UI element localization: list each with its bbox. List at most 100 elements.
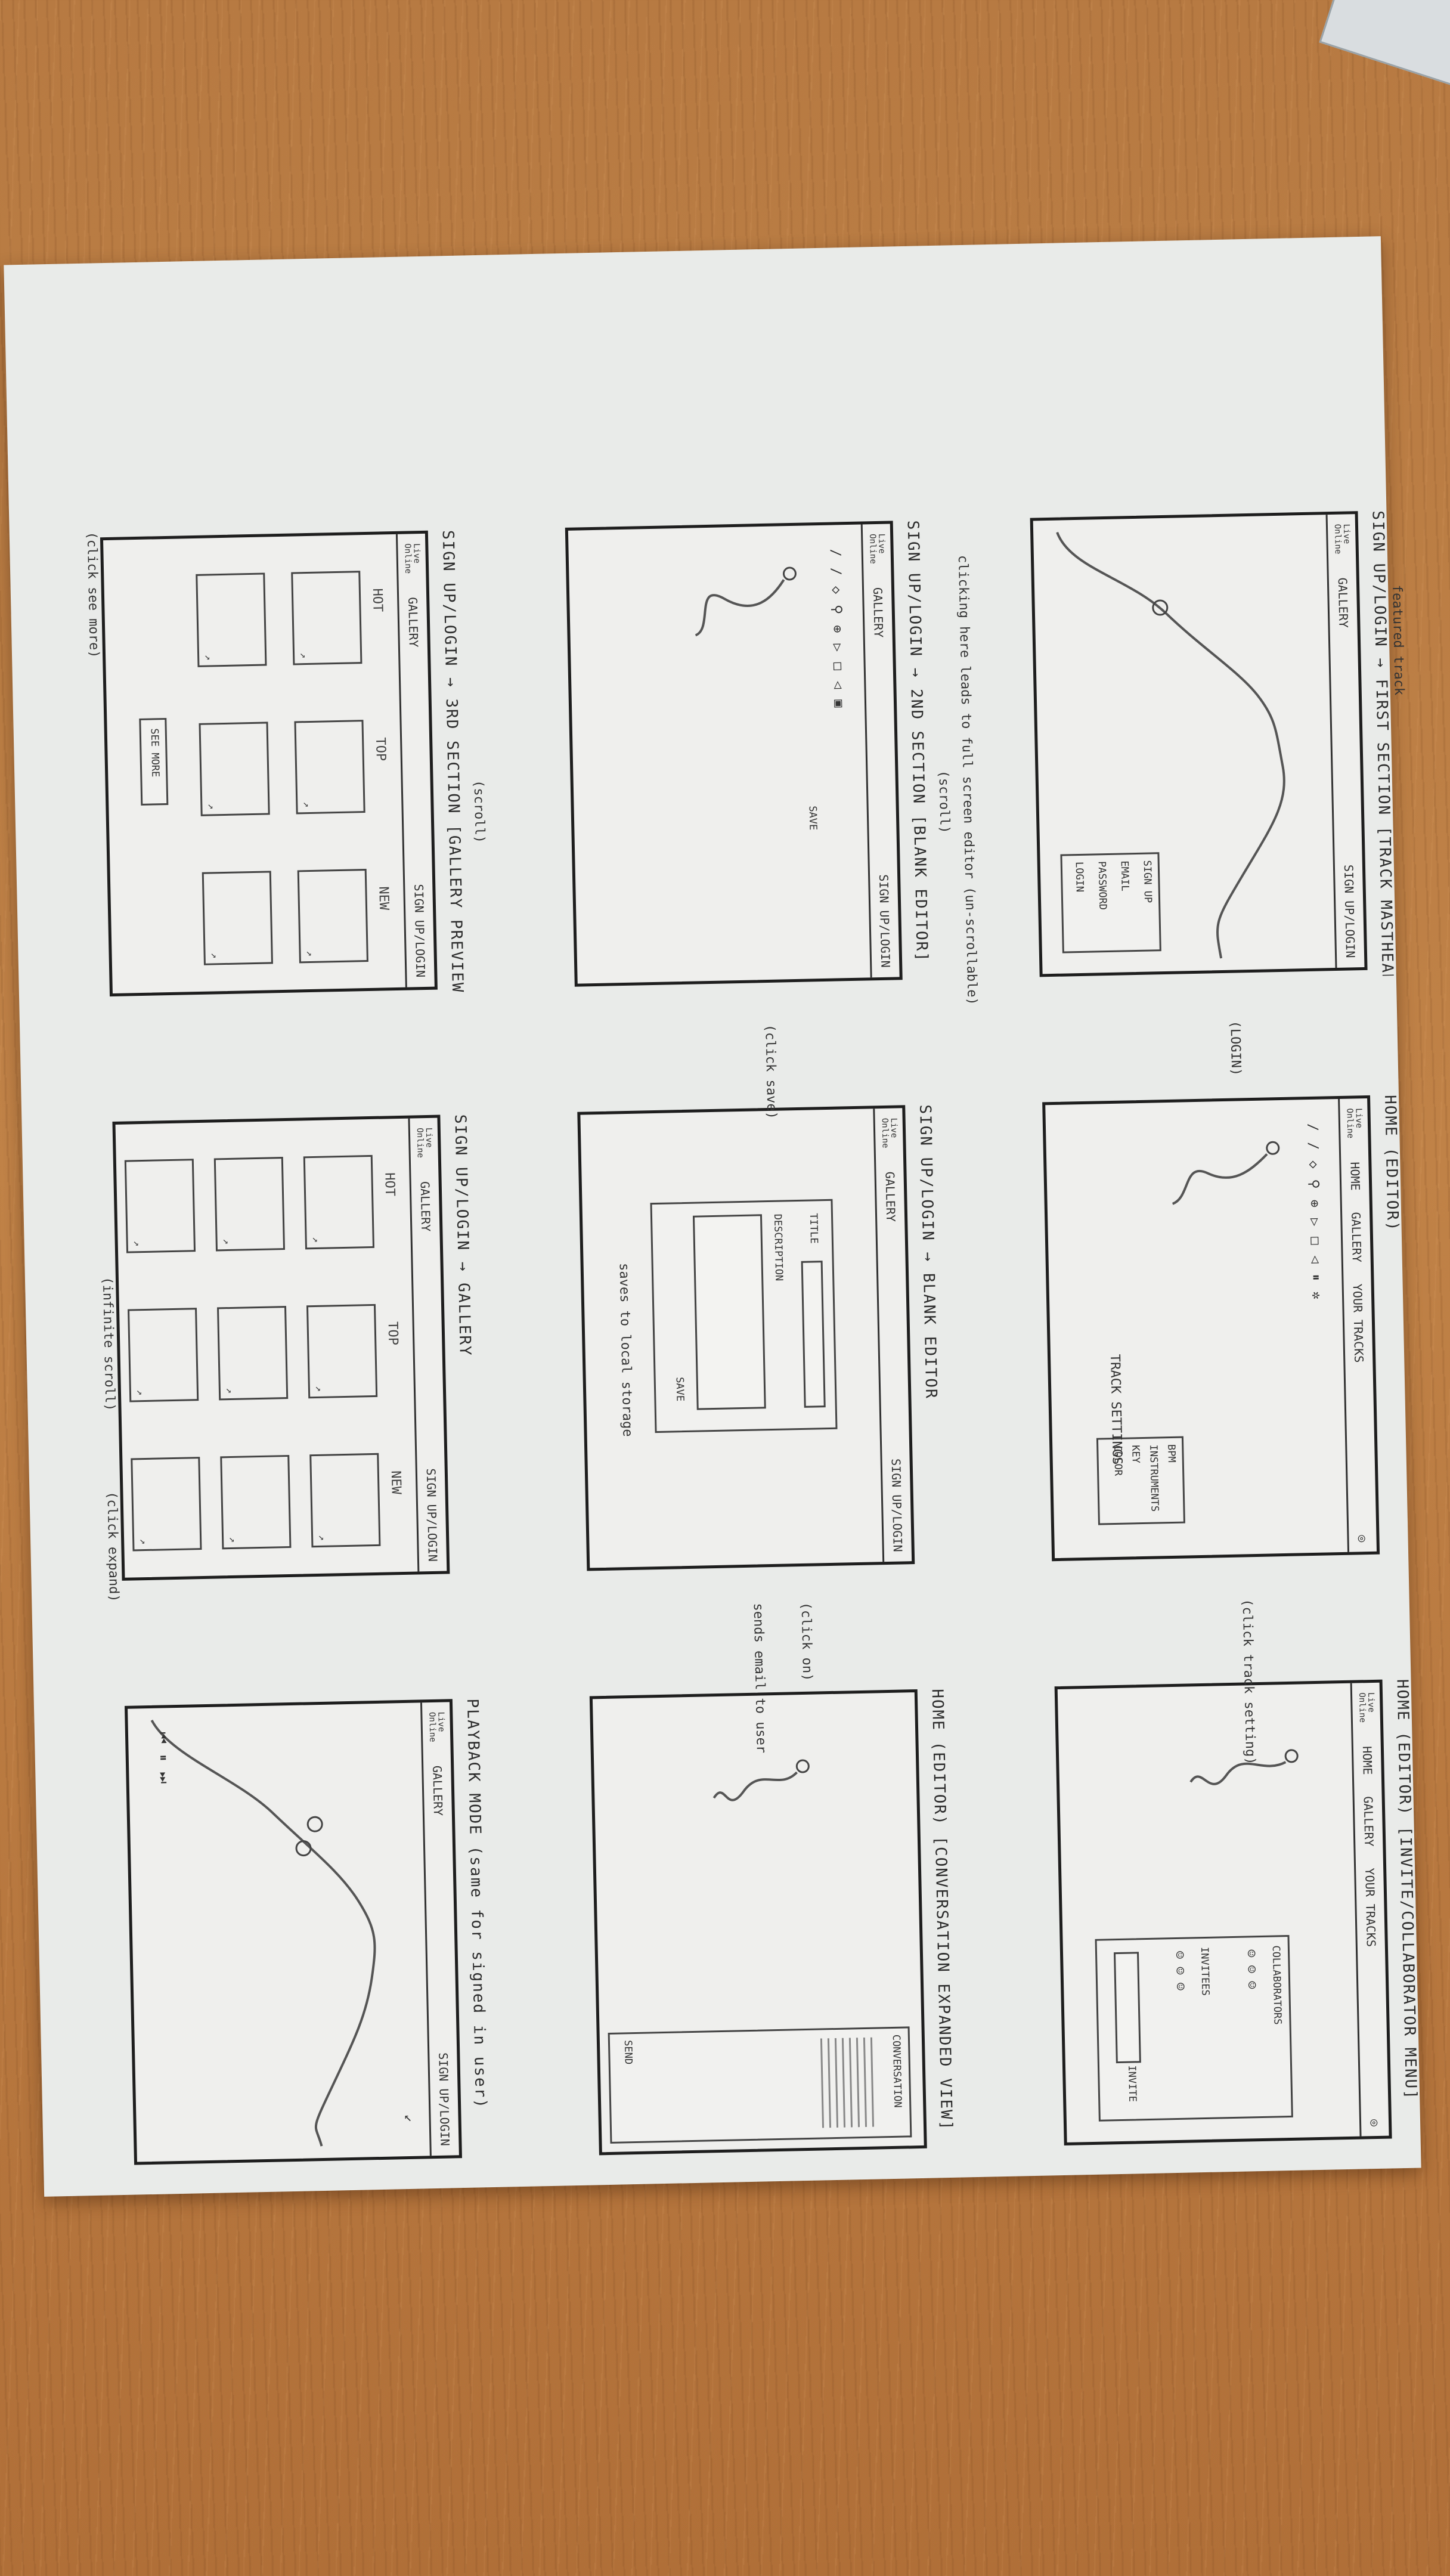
gallery-thumbnail[interactable]: ↗	[213, 1157, 286, 1252]
pause-icon[interactable]: ⏸	[156, 1754, 171, 1761]
collaborators-label: COLLABORATORS	[1269, 1945, 1284, 2025]
skip-back-icon[interactable]: ⏮	[155, 1732, 170, 1744]
panel-collaborator-menu: HOME (EDITOR) [INVITE/COLLABORATOR MENU]…	[1054, 1599, 1421, 2151]
expand-icon[interactable]: ↗	[203, 655, 214, 661]
wireframe: Live Online GALLERY SIGN UP/LOGIN ⏮ ⏸ ⏭ …	[124, 1699, 462, 2165]
expand-icon[interactable]: ↗	[314, 1386, 325, 1392]
expand-icon[interactable]: ↗	[206, 804, 217, 810]
panel-gallery: SIGN UP/LOGIN → GALLERY Live Online GALL…	[100, 1114, 478, 1602]
gallery-thumbnail[interactable]: ↗	[196, 572, 267, 667]
column-top: TOP	[373, 737, 388, 761]
setting-bpm[interactable]: BPM	[1165, 1444, 1178, 1463]
gallery-thumbnail[interactable]: ↗	[124, 1159, 196, 1253]
nav-signup[interactable]: SIGN UP/LOGIN	[411, 884, 427, 977]
panel-playback-mode: PLAYBACK MODE (same for signed in user) …	[123, 1698, 491, 2171]
logo: Live Online	[879, 1117, 899, 1148]
conversation-label: CONVERSATION	[890, 2034, 904, 2108]
collaborator-menu: COLLABORATORS ☺ ☺ ☺ INVITEES ☺ ☺ ☺ INVIT…	[1095, 1935, 1293, 2122]
gallery-thumbnail[interactable]: ↗	[131, 1457, 202, 1552]
wireframe: Live Online HOME GALLERY YOUR TRACKS ◎ C…	[1054, 1679, 1392, 2145]
gallery-thumbnail[interactable]: ↗	[294, 720, 365, 815]
title-input[interactable]	[801, 1261, 826, 1408]
wireframe: Live Online GALLERY SIGN UP/LOGIN featur…	[1030, 511, 1406, 977]
conversation-panel: CONVERSATION SEND	[608, 2026, 912, 2144]
gallery-thumbnail[interactable]: ↗	[220, 1454, 292, 1550]
send-button[interactable]: SEND	[622, 2040, 634, 2064]
invite-button[interactable]: INVITE	[1126, 2065, 1138, 2102]
nav-gallery[interactable]: GALLERY	[405, 597, 421, 648]
nav-bar: Live Online GALLERY SIGN UP/LOGIN	[408, 1117, 447, 1572]
column-top: TOP	[385, 1321, 401, 1346]
save-button[interactable]: SAVE	[674, 1377, 686, 1401]
gallery-thumbnail[interactable]: ↗	[128, 1308, 199, 1402]
nav-signup[interactable]: SIGN UP/LOGIN	[889, 1459, 905, 1552]
click-on-note: (click on)	[798, 1602, 815, 1682]
scroll-note: (scroll)	[470, 779, 487, 844]
click-save-note: (click save)	[762, 1024, 779, 1120]
track-squiggle	[1172, 1141, 1280, 1205]
nav-gallery[interactable]: GALLERY	[418, 1181, 433, 1232]
form-signup: SIGN UP	[1141, 860, 1154, 903]
corner-object	[1319, 0, 1450, 92]
collapse-icon[interactable]: ↙	[401, 2114, 416, 2123]
expand-icon[interactable]: ↗	[135, 1389, 146, 1395]
panel-third-section: SIGN UP/LOGIN → 3RD SECTION [GALLERY PRE…	[84, 530, 487, 1002]
gallery-thumbnail[interactable]: ↗	[303, 1154, 374, 1250]
wireframe: Live Online GALLERY SIGN UP/LOGIN TITLE …	[577, 1105, 915, 1571]
gallery-thumbnail[interactable]: ↗	[199, 722, 270, 816]
expand-icon[interactable]: ↗	[227, 1537, 238, 1543]
sketch-sheet: SIGN UP/LOGIN → FIRST SECTION [TRACK MAS…	[33, 486, 1450, 2447]
panel-second-section: SIGN UP/LOGIN → 2ND SECTION [BLANK EDITO…	[564, 520, 980, 1005]
wireframe: Live Online GALLERY SIGN UP/LOGIN HOT TO…	[100, 530, 438, 997]
setting-key[interactable]: KEY	[1129, 1445, 1142, 1463]
click-track-setting-note: (click track setting)	[1239, 1599, 1258, 1765]
skip-forward-icon[interactable]: ⏭	[156, 1772, 171, 1784]
column-new: NEW	[388, 1470, 404, 1495]
expand-icon[interactable]: ↗	[138, 1538, 149, 1544]
wireframe: Live Online GALLERY SIGN UP/LOGIN HOT TO…	[112, 1114, 450, 1581]
invite-input[interactable]	[1113, 1952, 1141, 2064]
expand-icon[interactable]: ↗	[224, 1388, 236, 1394]
infinite-scroll-note: (infinite scroll)	[99, 1277, 117, 1411]
wireframe: CONVERSATION SEND	[589, 1689, 927, 2156]
conversation-messages	[815, 2037, 875, 2128]
setting-instruments[interactable]: INSTRUMENTS	[1147, 1444, 1160, 1512]
expand-icon[interactable]: ↗	[317, 1535, 328, 1541]
expand-icon[interactable]: ↗	[132, 1240, 143, 1246]
title-label: TITLE	[807, 1213, 820, 1244]
form-login[interactable]: LOGIN	[1073, 862, 1086, 893]
gallery-thumbnail[interactable]: ↗	[291, 571, 362, 665]
invitees-label: INVITEES	[1198, 1946, 1212, 1996]
expand-icon[interactable]: ↗	[209, 953, 221, 959]
gallery-thumbnail[interactable]: ↗	[309, 1453, 381, 1548]
nav-gallery[interactable]: GALLERY	[882, 1172, 898, 1222]
gallery-thumbnail[interactable]: ↗	[306, 1304, 378, 1399]
expand-icon[interactable]: ↗	[311, 1237, 322, 1243]
save-dialog: TITLE DESCRIPTION SAVE	[650, 1199, 838, 1433]
panel-blank-editor: SIGN UP/LOGIN → BLANK EDITOR Live Online…	[576, 1024, 943, 1577]
panel-conversation-view: HOME (EDITOR) [CONVERSATION EXPANDED VIE…	[588, 1602, 956, 2161]
gallery-thumbnail[interactable]: ↗	[297, 869, 368, 964]
nav-signup[interactable]: SIGN UP/LOGIN	[424, 1468, 440, 1562]
playback-controls: ⏮ ⏸ ⏭	[155, 1732, 171, 1784]
panel-first-section: SIGN UP/LOGIN → FIRST SECTION [TRACK MAS…	[1029, 510, 1406, 983]
signup-form: SIGN UP EMAIL PASSWORD LOGIN	[1060, 852, 1161, 953]
form-password: PASSWORD	[1095, 860, 1109, 911]
expand-icon[interactable]: ↗	[298, 652, 309, 658]
track-squiggle	[695, 566, 797, 637]
form-email: EMAIL	[1118, 860, 1131, 891]
gallery-thumbnail[interactable]: ↗	[202, 871, 273, 965]
expand-icon[interactable]: ↗	[305, 950, 316, 956]
logo: Live Online	[414, 1127, 434, 1158]
expand-icon[interactable]: ↗	[221, 1239, 233, 1244]
description-input[interactable]	[692, 1214, 766, 1410]
track-settings-note: TRACK SETTINGS	[1107, 1354, 1124, 1465]
see-more-button[interactable]: SEE MORE	[139, 717, 169, 806]
paper-sheet: SIGN UP/LOGIN → FIRST SECTION [TRACK MAS…	[4, 236, 1421, 2197]
wireframe: Live Online GALLERY SIGN UP/LOGIN / / ◇ …	[565, 521, 903, 987]
local-storage-note: saves to local storage	[616, 1262, 635, 1437]
login-arrow-note: (LOGIN)	[1227, 1020, 1244, 1076]
click-expand-note: (click expand)	[104, 1491, 122, 1602]
expand-icon[interactable]: ↗	[301, 801, 312, 807]
gallery-thumbnail[interactable]: ↗	[217, 1306, 289, 1401]
